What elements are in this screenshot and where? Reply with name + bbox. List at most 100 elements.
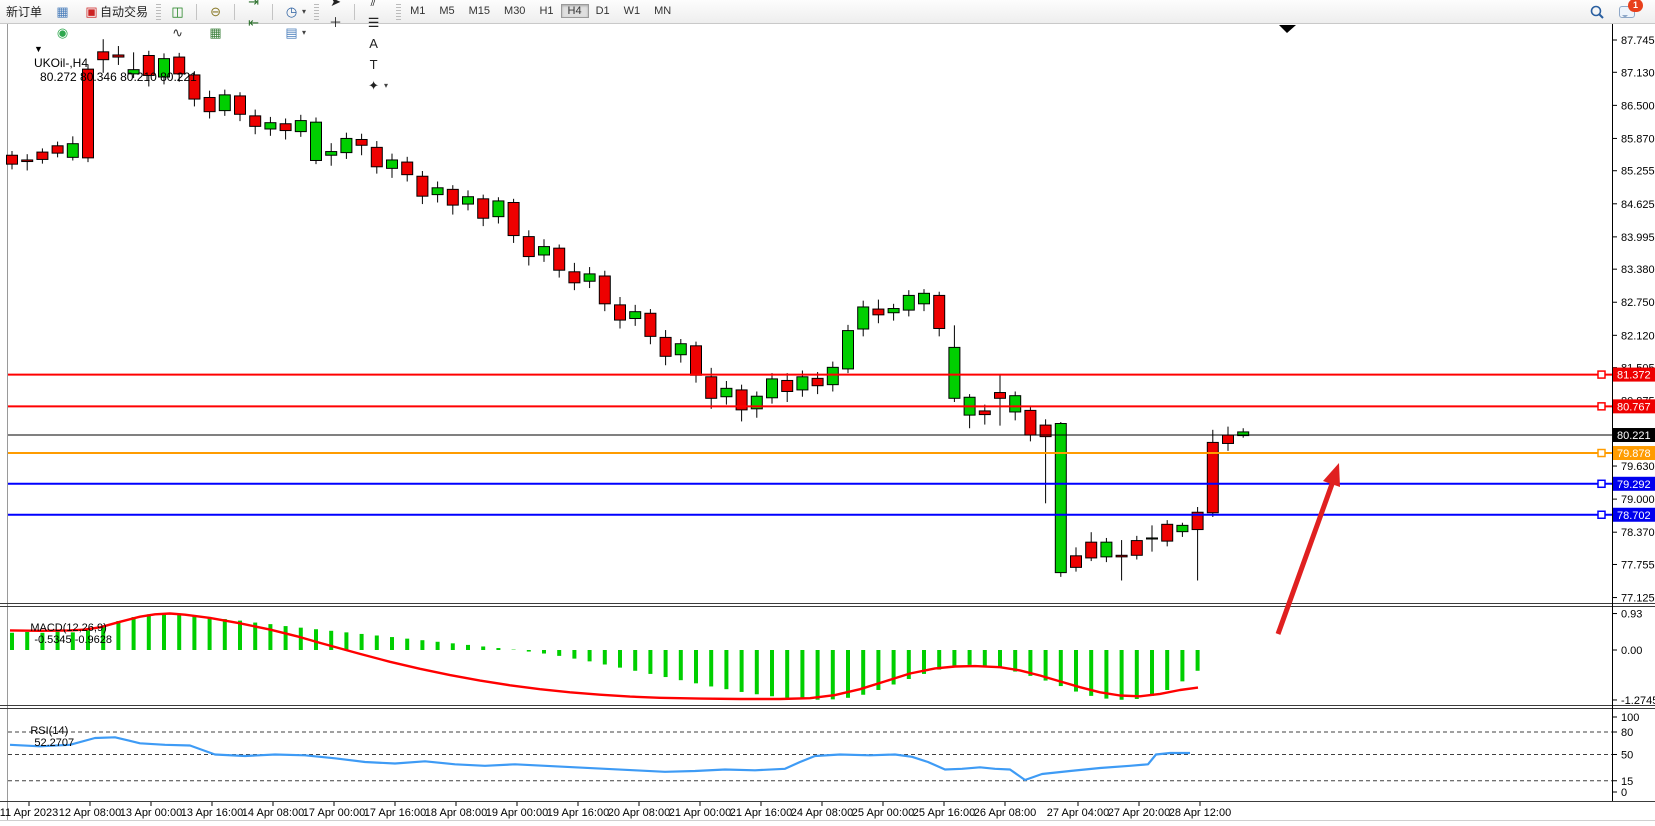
timeframe-button-m5[interactable]: M5: [432, 4, 461, 18]
time-tick-label[interactable]: 27 Apr 04:00: [1047, 807, 1109, 819]
time-tick-label[interactable]: 27 Apr 20:00: [1108, 807, 1170, 819]
time-tick-label[interactable]: 17 Apr 00:00: [303, 807, 365, 819]
time-tick-label[interactable]: 17 Apr 16:00: [364, 807, 426, 819]
candle-body: [873, 309, 884, 315]
candle-body: [7, 155, 18, 164]
chat-button[interactable]: 1: [1612, 1, 1644, 22]
candle-body: [250, 116, 261, 127]
timeframe-button-m1[interactable]: M1: [403, 4, 432, 18]
label-button[interactable]: T: [360, 54, 393, 75]
separator: [272, 4, 273, 20]
candle-body: [22, 160, 33, 162]
price-tick-label: 87.745: [1621, 35, 1655, 47]
candle-body: [356, 139, 367, 145]
candle-body: [782, 380, 793, 391]
time-tick-label[interactable]: 28 Apr 12:00: [1169, 807, 1231, 819]
data-window-button[interactable]: ▦: [49, 1, 76, 22]
time-tick-label[interactable]: 21 Apr 16:00: [730, 807, 792, 819]
time-tick-label[interactable]: 19 Apr 16:00: [547, 807, 609, 819]
template-icon: ▤: [283, 24, 300, 41]
candle-body: [1025, 410, 1036, 435]
hline-handle[interactable]: [1598, 450, 1605, 457]
time-tick-label[interactable]: 13 Apr 00:00: [120, 807, 182, 819]
channel-button[interactable]: ⫽: [360, 0, 393, 12]
tile-windows-button[interactable]: ▦: [202, 22, 229, 43]
time-tick-label[interactable]: 20 Apr 08:00: [608, 807, 670, 819]
price-tick-label: 79.000: [1621, 494, 1655, 506]
time-tick-label[interactable]: 25 Apr 00:00: [852, 807, 914, 819]
timeframe-button-d1[interactable]: D1: [589, 4, 617, 18]
timeframe-button-m30[interactable]: M30: [497, 4, 532, 18]
fibonacci-button[interactable]: ☰: [360, 12, 393, 33]
navigator-button[interactable]: ◉: [49, 22, 76, 43]
chart-area[interactable]: 87.74587.13086.50085.87085.25584.62583.9…: [0, 0, 1655, 826]
chart-shift-button[interactable]: ⇤: [240, 12, 267, 33]
hline-handle[interactable]: [1598, 403, 1605, 410]
chevron-down-icon[interactable]: ▾: [302, 28, 306, 37]
shapes-button[interactable]: ✦▾: [360, 75, 393, 96]
autotrade-button[interactable]: ▣ 自动交易: [78, 1, 153, 22]
time-tick-label[interactable]: 26 Apr 08:00: [974, 807, 1036, 819]
separator: [234, 4, 235, 20]
new-order-label: 新订单: [6, 3, 42, 20]
time-tick-label[interactable]: 14 Apr 08:00: [242, 807, 304, 819]
symbol-period-label: UKOil-,H4: [34, 56, 88, 70]
time-tick-label[interactable]: 13 Apr 16:00: [181, 807, 243, 819]
time-tick-label[interactable]: 19 Apr 00:00: [486, 807, 548, 819]
price-tick-label: 85.255: [1621, 166, 1655, 178]
candle-body: [888, 309, 899, 313]
template-button[interactable]: ▤▾: [278, 22, 311, 43]
rsi-tick-label: 15: [1621, 776, 1633, 788]
shapes-icon: ✦: [365, 77, 382, 94]
chart-canvas[interactable]: 87.74587.13086.50085.87085.25584.62583.9…: [0, 0, 1655, 826]
crosshair-button[interactable]: ＋: [322, 12, 349, 33]
price-badge-label: 78.702: [1617, 510, 1651, 522]
period-icon: ◷: [283, 3, 300, 20]
hline-handle[interactable]: [1598, 511, 1605, 518]
period-button[interactable]: ◷▾: [278, 1, 311, 22]
rsi-tick-label: 80: [1621, 727, 1633, 739]
ohlc-values: 80.272 80.346 80.210 80.221: [40, 70, 197, 84]
hline-handle[interactable]: [1598, 371, 1605, 378]
macd-tick-label: -1.2745: [1621, 695, 1655, 707]
candle-body: [37, 152, 48, 159]
timeframe-button-h4[interactable]: H4: [561, 4, 589, 18]
toolbar-grip: [314, 4, 319, 20]
time-tick-label[interactable]: 25 Apr 16:00: [913, 807, 975, 819]
candle-body: [660, 337, 671, 356]
timeframe-button-w1[interactable]: W1: [617, 4, 648, 18]
search-button[interactable]: [1584, 1, 1610, 22]
text-button[interactable]: A: [360, 33, 393, 54]
auto-scroll-button[interactable]: ⇥: [240, 0, 267, 12]
time-tick-label[interactable]: 21 Apr 00:00: [669, 807, 731, 819]
chevron-down-icon[interactable]: ▾: [384, 81, 388, 90]
candle-body: [1147, 538, 1158, 539]
timeframe-button-m15[interactable]: M15: [462, 4, 497, 18]
candle-body: [827, 367, 838, 384]
timeframe-button-mn[interactable]: MN: [647, 4, 678, 18]
time-tick-label[interactable]: 18 Apr 08:00: [425, 807, 487, 819]
cursor-icon: ➤: [327, 0, 344, 10]
timeframe-button-h1[interactable]: H1: [532, 4, 560, 18]
zoom-out-button[interactable]: ⊖: [202, 1, 229, 22]
line-chart-button[interactable]: ∿: [164, 22, 191, 43]
candle-body: [995, 393, 1006, 399]
time-tick-label[interactable]: 24 Apr 08:00: [791, 807, 853, 819]
collapse-icon[interactable]: ▼: [34, 44, 43, 54]
navigator-icon: ◉: [54, 24, 71, 41]
cursor-button[interactable]: ➤: [322, 0, 349, 12]
autotrade-icon: ▣: [83, 3, 100, 20]
rsi-name: RSI(14): [30, 725, 68, 737]
toolbar-grip: [156, 4, 161, 20]
time-tick-label[interactable]: 12 Apr 08:00: [59, 807, 121, 819]
hline-handle[interactable]: [1598, 480, 1605, 487]
time-tick-label[interactable]: 11 Apr 2023: [0, 807, 58, 819]
notification-badge: 1: [1628, 0, 1643, 12]
candle-body: [523, 237, 534, 257]
new-order-button[interactable]: 新订单: [1, 1, 47, 22]
candlestick-chart-button[interactable]: ◫: [164, 1, 191, 22]
macd-label: MACD(12,26,9) -0.5345 -0.9628: [12, 610, 112, 658]
chevron-down-icon[interactable]: ▾: [302, 7, 306, 16]
candle-body: [311, 122, 322, 160]
main-toolbar: 新订单 ◆▦◉ ▣ 自动交易 ▥◫∿ ⊕⊖▦ ⇥⇤ ＋▾◷▾▤▾ ➤＋ ｜—╱⫽…: [0, 0, 1655, 24]
